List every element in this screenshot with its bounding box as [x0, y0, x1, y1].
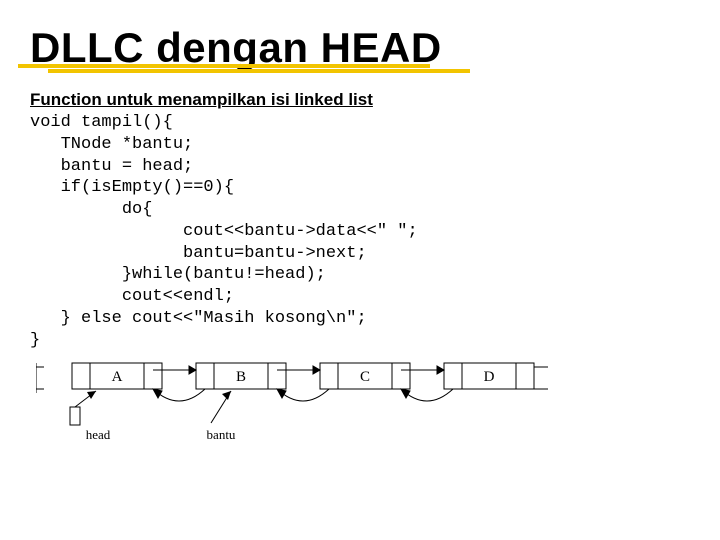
title-underline — [18, 64, 470, 78]
prev-arrows — [153, 389, 453, 401]
node-label: A — [112, 369, 123, 385]
bantu-pointer: bantu — [207, 391, 236, 442]
dll-node: B — [196, 363, 286, 389]
head-label: head — [86, 427, 111, 442]
dll-node: C — [320, 363, 410, 389]
node-label: D — [484, 369, 495, 385]
node-label: C — [360, 369, 370, 385]
node-label: B — [236, 369, 246, 385]
section-subtitle: Function untuk menampilkan isi linked li… — [30, 90, 690, 110]
title-block: DLLC dengan HEAD — [30, 24, 690, 72]
code-block: void tampil(){ TNode *bantu; bantu = hea… — [30, 112, 690, 351]
head-pointer: head — [70, 391, 111, 442]
dll-diagram: A B C D — [36, 357, 556, 457]
dll-node: D — [444, 363, 534, 389]
dll-node: A — [72, 363, 162, 389]
bantu-label: bantu — [207, 427, 236, 442]
slide: DLLC dengan HEAD Function untuk menampil… — [0, 0, 720, 540]
